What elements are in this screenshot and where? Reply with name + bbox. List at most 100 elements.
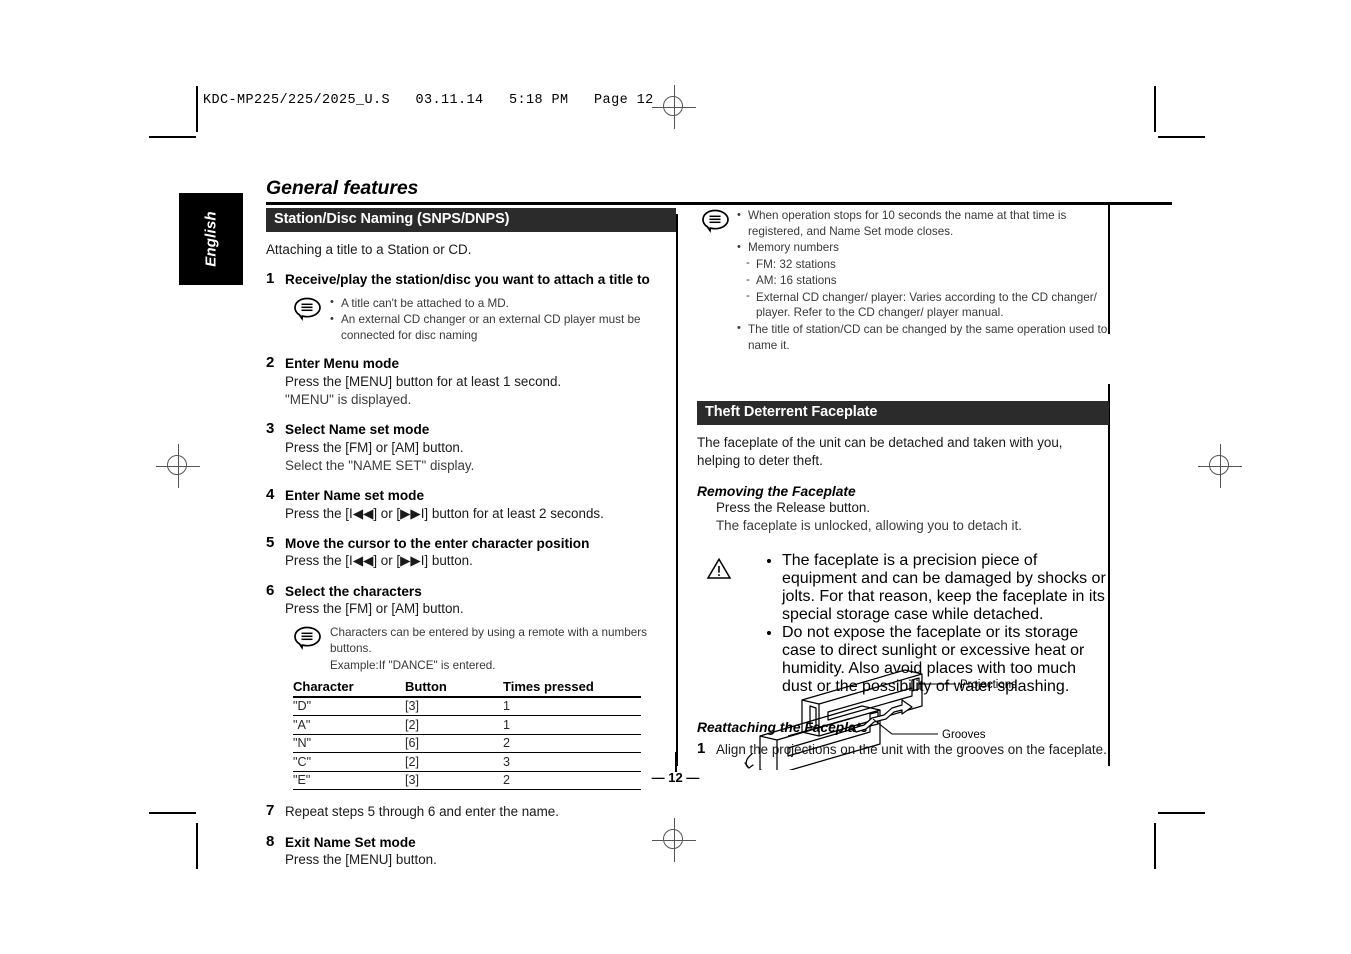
prepress-slug: KDC-MP225/225/2025_U.S 03.11.14 5:18 PM … (203, 93, 654, 108)
note-block-step-1: A title can't be attached to a MD. An ex… (285, 295, 676, 344)
table-header-row: Character Button Times pressed (293, 677, 641, 698)
table-row: "A" [2] 1 (293, 715, 641, 735)
section-heading-theft-deterrent-faceplate: Theft Deterrent Faceplate (697, 401, 1109, 425)
step-number: 8 (266, 832, 275, 850)
cell-times-pressed: 3 (503, 752, 641, 772)
note-sub-item: AM: 16 stations (737, 273, 1109, 289)
step-7: 7 Repeat steps 5 through 6 and enter the… (266, 802, 676, 821)
crop-mark-top-right-horizontal (1158, 136, 1205, 138)
registration-mark-left-middle (156, 444, 200, 488)
step-number: 1 (266, 269, 275, 287)
language-tab: English (179, 193, 243, 285)
step-number: 4 (266, 485, 275, 503)
memo-bubble-icon (701, 209, 731, 234)
step-line: Press the [FM] or [AM] button. (285, 439, 464, 455)
step-number: 6 (266, 581, 275, 599)
step-number: 7 (266, 802, 275, 820)
cell-button: [6] (405, 734, 503, 754)
table-row: "C" [2] 3 (293, 752, 641, 772)
caution-item: The faceplate is a precision piece of eq… (782, 552, 1109, 624)
step-number: 5 (266, 533, 275, 551)
language-tab-label: English (202, 211, 220, 267)
step-number: 3 (266, 420, 275, 438)
cell-character: "C" (293, 752, 405, 772)
table-row: "D" [3] 1 (293, 696, 641, 717)
cell-button: [2] (405, 752, 503, 772)
note-example: Example:If "DANCE" is entered. (330, 659, 496, 673)
crop-mark-bottom-right-vertical (1154, 823, 1156, 869)
warning-triangle-icon (706, 557, 732, 580)
step-number: 1 (697, 739, 706, 757)
note-block-memory-numbers: When operation stops for 10 seconds the … (697, 207, 1109, 353)
step-title: Receive/play the station/disc you want t… (285, 271, 650, 287)
step-line: Repeat steps 5 through 6 and enter the n… (285, 804, 559, 820)
crop-mark-bottom-right-horizontal (1158, 812, 1205, 814)
registration-mark-right-middle (1198, 444, 1242, 488)
page-number-tick (675, 752, 677, 772)
step-4: 4 Enter Name set mode Press the [I◀◀] or… (266, 485, 676, 523)
note-item: A title can't be attached to a MD. (330, 295, 676, 312)
step-title: Enter Menu mode (285, 356, 400, 372)
cell-button: [2] (405, 715, 503, 735)
faceplate-attach-diagram: Projections Grooves (742, 662, 1042, 775)
cell-character: "N" (293, 734, 405, 754)
cell-character: "D" (293, 696, 405, 717)
cell-times-pressed: 1 (503, 715, 641, 735)
step-title: Select Name set mode (285, 422, 430, 438)
column-header-character: Character (293, 677, 405, 698)
step-title: Move the cursor to the enter character p… (285, 535, 590, 551)
section-intro: The faceplate of the unit can be detache… (697, 434, 1063, 468)
step-line: Select the "NAME SET" display. (285, 457, 475, 473)
diagram-callout-grooves: Grooves (942, 729, 986, 741)
note-sub-item: External CD changer/ player: Varies acco… (737, 289, 1109, 321)
note-item: The title of station/CD can be changed b… (737, 321, 1109, 353)
note-block-step-6: Characters can be entered by using a rem… (285, 625, 676, 674)
subheading-removing-the-faceplate: Removing the Faceplate (697, 484, 856, 500)
step-line: Press the [MENU] button for at least 1 s… (285, 373, 562, 389)
removing-line: The faceplate is unlocked, allowing you … (716, 518, 1022, 534)
section-heading-station-disc-naming: Station/Disc Naming (SNPS/DNPS) (266, 208, 676, 232)
cell-button: [3] (405, 696, 503, 717)
step-title: Enter Name set mode (285, 487, 425, 503)
manual-page: KDC-MP225/225/2025_U.S 03.11.14 5:18 PM … (0, 0, 1351, 954)
registration-mark-top-center (652, 85, 696, 129)
step-title: Select the characters (285, 583, 422, 599)
title-rule (266, 202, 1172, 206)
memo-bubble-icon (293, 626, 323, 651)
step-5: 5 Move the cursor to the enter character… (266, 533, 676, 571)
crop-mark-bottom-left-vertical (196, 823, 198, 869)
note-item: An external CD changer or an external CD… (330, 312, 676, 343)
left-column-rule (676, 214, 678, 766)
note-item: Characters can be entered by using a rem… (330, 626, 648, 655)
cell-times-pressed: 1 (503, 696, 641, 717)
note-item: Memory numbers (737, 240, 1109, 256)
cell-times-pressed: 2 (503, 734, 641, 754)
crop-mark-top-left-vertical (196, 86, 198, 132)
step-2: 2 Enter Menu mode Press the [MENU] butto… (266, 354, 676, 409)
page-number: — 12 — (651, 770, 700, 785)
removing-line: Press the Release button. (716, 500, 871, 516)
step-line: Press the [I◀◀] or [▶▶I] button. (285, 553, 473, 569)
step-3: 3 Select Name set mode Press the [FM] or… (266, 420, 676, 475)
crop-mark-top-right-vertical (1154, 86, 1156, 132)
step-6: 6 Select the characters Press the [FM] o… (266, 581, 676, 791)
step-line: Press the [MENU] button. (285, 852, 437, 868)
table-row: "N" [6] 2 (293, 734, 641, 754)
crop-mark-bottom-left-horizontal (149, 812, 196, 814)
step-title: Exit Name Set mode (285, 834, 416, 850)
note-sub-item: FM: 32 stations (737, 256, 1109, 273)
step-8: 8 Exit Name Set mode Press the [MENU] bu… (266, 832, 676, 870)
crop-mark-top-left-horizontal (149, 136, 196, 138)
diagram-callout-projections: Projections (960, 679, 1017, 691)
step-line: Press the [I◀◀] or [▶▶I] button for at l… (285, 505, 604, 521)
column-header-times-pressed: Times pressed (503, 677, 641, 698)
step-number: 2 (266, 354, 275, 372)
step-1: 1 Receive/play the station/disc you want… (266, 269, 676, 344)
step-line: "MENU" is displayed. (285, 392, 412, 408)
cell-character: "A" (293, 715, 405, 735)
column-header-button: Button (405, 677, 503, 698)
note-item: When operation stops for 10 seconds the … (737, 207, 1109, 239)
section-intro: Attaching a title to a Station or CD. (266, 241, 472, 257)
step-line: Press the [FM] or [AM] button. (285, 601, 464, 617)
page-title: General features (266, 177, 419, 199)
